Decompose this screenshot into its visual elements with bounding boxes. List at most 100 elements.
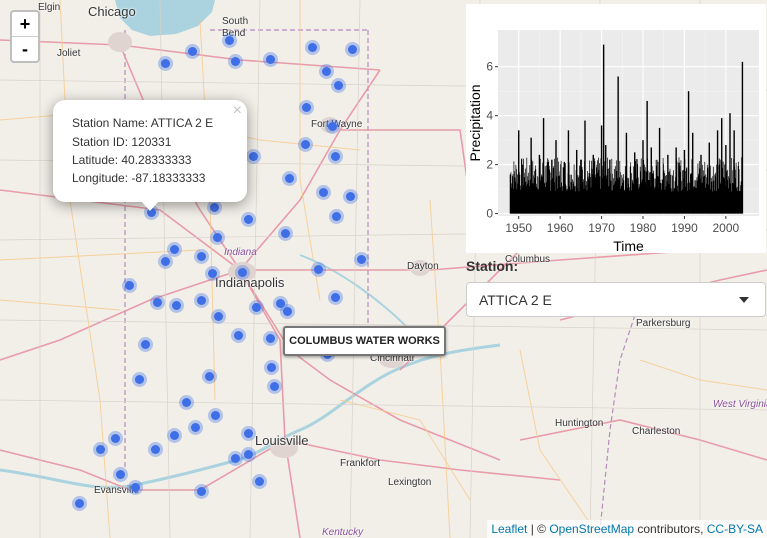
station-marker[interactable]: [74, 498, 84, 508]
zoom-in-button[interactable]: +: [12, 12, 38, 37]
station-marker[interactable]: [284, 173, 294, 183]
attribution-contributors: contributors,: [634, 522, 707, 536]
station-marker[interactable]: [140, 339, 150, 349]
city-label-dayton: Dayton: [407, 261, 439, 272]
station-select-label: Station:: [466, 258, 519, 274]
station-marker[interactable]: [196, 295, 206, 305]
station-marker[interactable]: [265, 333, 275, 343]
osm-link[interactable]: OpenStreetMap: [549, 522, 634, 536]
station-marker[interactable]: [209, 202, 219, 212]
popup-station-name: Station Name: ATTICA 2 E: [72, 116, 214, 130]
station-marker[interactable]: [152, 297, 162, 307]
y-axis-label: Precipitation: [467, 84, 483, 161]
station-marker[interactable]: [190, 422, 200, 432]
station-marker[interactable]: [282, 306, 292, 316]
state-label-indiana: Indiana: [224, 247, 257, 258]
station-marker[interactable]: [115, 469, 125, 479]
station-marker[interactable]: [266, 362, 276, 372]
station-marker[interactable]: [333, 80, 343, 90]
station-marker[interactable]: [301, 102, 311, 112]
station-marker[interactable]: [331, 211, 341, 221]
x-tick-label: 1980: [630, 221, 657, 235]
station-select-value: ATTICA 2 E: [479, 292, 552, 308]
popup-longitude: Longitude: -87.18333333: [72, 171, 206, 185]
station-marker[interactable]: [207, 268, 217, 278]
city-label-parkersburg: Parkersburg: [636, 318, 691, 329]
station-marker[interactable]: [356, 254, 366, 264]
y-tick-label: 0: [486, 207, 493, 221]
leaflet-link[interactable]: Leaflet: [491, 522, 527, 536]
station-marker[interactable]: [230, 453, 240, 463]
station-marker[interactable]: [210, 410, 220, 420]
city-label-louisville: Louisville: [255, 433, 309, 448]
station-hover-label: COLUMBUS WATER WORKS: [283, 326, 446, 356]
station-marker[interactable]: [327, 121, 337, 131]
station-marker[interactable]: [243, 428, 253, 438]
license-link[interactable]: CC-BY-SA: [707, 522, 763, 536]
station-marker[interactable]: [243, 214, 253, 224]
popup-station-id: Station ID: 120331: [72, 135, 172, 149]
station-popup: × Station Name: ATTICA 2 E Station ID: 1…: [53, 100, 247, 211]
station-marker[interactable]: [345, 191, 355, 201]
city-label-chicago: Chicago: [88, 4, 136, 19]
y-tick-label: 4: [486, 109, 493, 123]
station-marker[interactable]: [169, 430, 179, 440]
attribution-separator: | ©: [527, 522, 550, 536]
station-marker[interactable]: [160, 58, 170, 68]
station-marker[interactable]: [275, 298, 285, 308]
station-marker[interactable]: [243, 449, 253, 459]
station-marker[interactable]: [280, 228, 290, 238]
station-marker[interactable]: [160, 256, 170, 266]
station-marker[interactable]: [196, 251, 206, 261]
station-marker[interactable]: [330, 151, 340, 161]
station-select[interactable]: ATTICA 2 E: [466, 282, 766, 317]
station-marker[interactable]: [134, 374, 144, 384]
station-marker[interactable]: [318, 187, 328, 197]
station-marker[interactable]: [213, 311, 223, 321]
precipitation-chart: 0 2 4 6 1950 1960 1970 1980 1990 2000 Time Precipit…: [467, 30, 759, 254]
map-attribution: Leaflet | © OpenStreetMap contributors, …: [487, 520, 767, 538]
popup-tip: [141, 201, 159, 211]
station-marker[interactable]: [171, 300, 181, 310]
city-label-charleston: Charleston: [632, 426, 681, 437]
x-tick-label: 1970: [588, 221, 615, 235]
station-marker[interactable]: [321, 66, 331, 76]
station-marker[interactable]: [150, 444, 160, 454]
station-marker[interactable]: [347, 44, 357, 54]
station-marker[interactable]: [265, 54, 275, 64]
popup-close-button[interactable]: ×: [233, 102, 242, 120]
x-axis-label: Time: [613, 238, 644, 253]
station-marker[interactable]: [224, 35, 234, 45]
chevron-down-icon: [739, 297, 749, 303]
station-marker[interactable]: [130, 482, 140, 492]
station-marker[interactable]: [233, 330, 243, 340]
station-marker[interactable]: [124, 280, 134, 290]
zoom-out-button[interactable]: -: [12, 37, 38, 61]
popup-latitude: Latitude: 40.28333333: [72, 153, 192, 167]
x-tick-label: 1950: [505, 221, 532, 235]
station-marker[interactable]: [204, 371, 214, 381]
station-marker[interactable]: [95, 444, 105, 454]
station-marker[interactable]: [307, 42, 317, 52]
station-marker[interactable]: [313, 264, 323, 274]
station-marker[interactable]: [230, 56, 240, 66]
x-tick-label: 1990: [671, 221, 698, 235]
station-marker[interactable]: [237, 267, 247, 277]
city-label-indianapolis: Indianapolis: [215, 275, 285, 290]
station-marker[interactable]: [110, 433, 120, 443]
city-label-lexington: Lexington: [388, 477, 432, 488]
station-marker[interactable]: [248, 151, 258, 161]
station-marker[interactable]: [196, 486, 206, 496]
station-marker[interactable]: [254, 476, 264, 486]
state-label-kentucky: Kentucky: [322, 527, 364, 538]
station-marker[interactable]: [181, 397, 191, 407]
city-label-fort-wayne: Fort Wayne: [311, 119, 363, 130]
station-marker[interactable]: [251, 302, 261, 312]
station-marker[interactable]: [300, 139, 310, 149]
station-marker[interactable]: [269, 381, 279, 391]
station-marker[interactable]: [212, 232, 222, 242]
station-marker[interactable]: [169, 244, 179, 254]
station-marker[interactable]: [330, 292, 340, 302]
y-tick-label: 6: [486, 60, 493, 74]
station-marker[interactable]: [187, 46, 197, 56]
